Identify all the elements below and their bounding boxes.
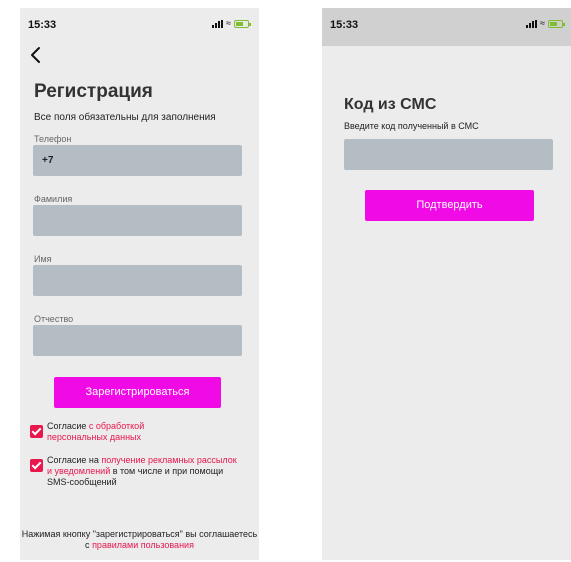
sms-code-field[interactable] [344, 139, 553, 170]
sms-code-screen: 15:33 ≈ Код из СМС Введите код полученны… [322, 8, 571, 560]
terms-footer: Нажимая кнопку "зарегистрироваться" вы с… [20, 529, 259, 551]
register-button[interactable]: Зарегистрироваться [54, 377, 221, 408]
signal-icon [212, 19, 224, 28]
consent-personal-data-checkbox[interactable] [30, 425, 43, 438]
sms-subtitle: Введите код полученный в СМС [344, 121, 479, 131]
confirm-button[interactable]: Подтвердить [365, 190, 534, 221]
consent-personal-data: Согласие с обработкой персональных данны… [30, 421, 170, 443]
status-bar: 15:33 ≈ [322, 8, 571, 36]
wifi-icon: ≈ [226, 18, 231, 28]
name-label: Имя [34, 254, 52, 264]
wifi-icon: ≈ [540, 18, 545, 28]
sms-title: Код из СМС [344, 96, 437, 113]
consent-ads-checkbox[interactable] [30, 459, 43, 472]
patronymic-label: Отчество [34, 314, 74, 324]
back-arrow-icon[interactable] [28, 45, 42, 65]
consent-personal-data-prefix: Согласие [47, 421, 89, 431]
signal-icon [526, 19, 538, 28]
battery-icon [548, 19, 565, 28]
page-subtitle: Все поля обязательны для заполнения [34, 112, 216, 123]
page-title: Регистрация [34, 81, 153, 102]
consent-personal-data-text: Согласие с обработкой персональных данны… [47, 421, 170, 443]
terms-link[interactable]: правилами пользования [92, 540, 194, 550]
surname-label: Фамилия [34, 194, 73, 204]
status-icons: ≈ [212, 18, 251, 28]
consent-ads-prefix: Согласие на [47, 455, 102, 465]
phone-label: Телефон [34, 134, 72, 144]
battery-icon [234, 19, 251, 28]
consent-ads-text: Согласие на получение рекламных рассылок… [47, 455, 240, 488]
status-icons: ≈ [526, 18, 565, 28]
surname-field[interactable] [33, 205, 242, 236]
status-time: 15:33 [28, 19, 57, 31]
status-time: 15:33 [330, 19, 359, 31]
consent-ads: Согласие на получение рекламных рассылок… [30, 455, 240, 488]
name-field[interactable] [33, 265, 242, 296]
status-bar: 15:33 ≈ [20, 8, 259, 36]
patronymic-field[interactable] [33, 325, 242, 356]
registration-screen: 15:33 ≈ Регистрация Все поля обязательны… [20, 8, 259, 560]
phone-field[interactable]: +7 [33, 145, 242, 176]
